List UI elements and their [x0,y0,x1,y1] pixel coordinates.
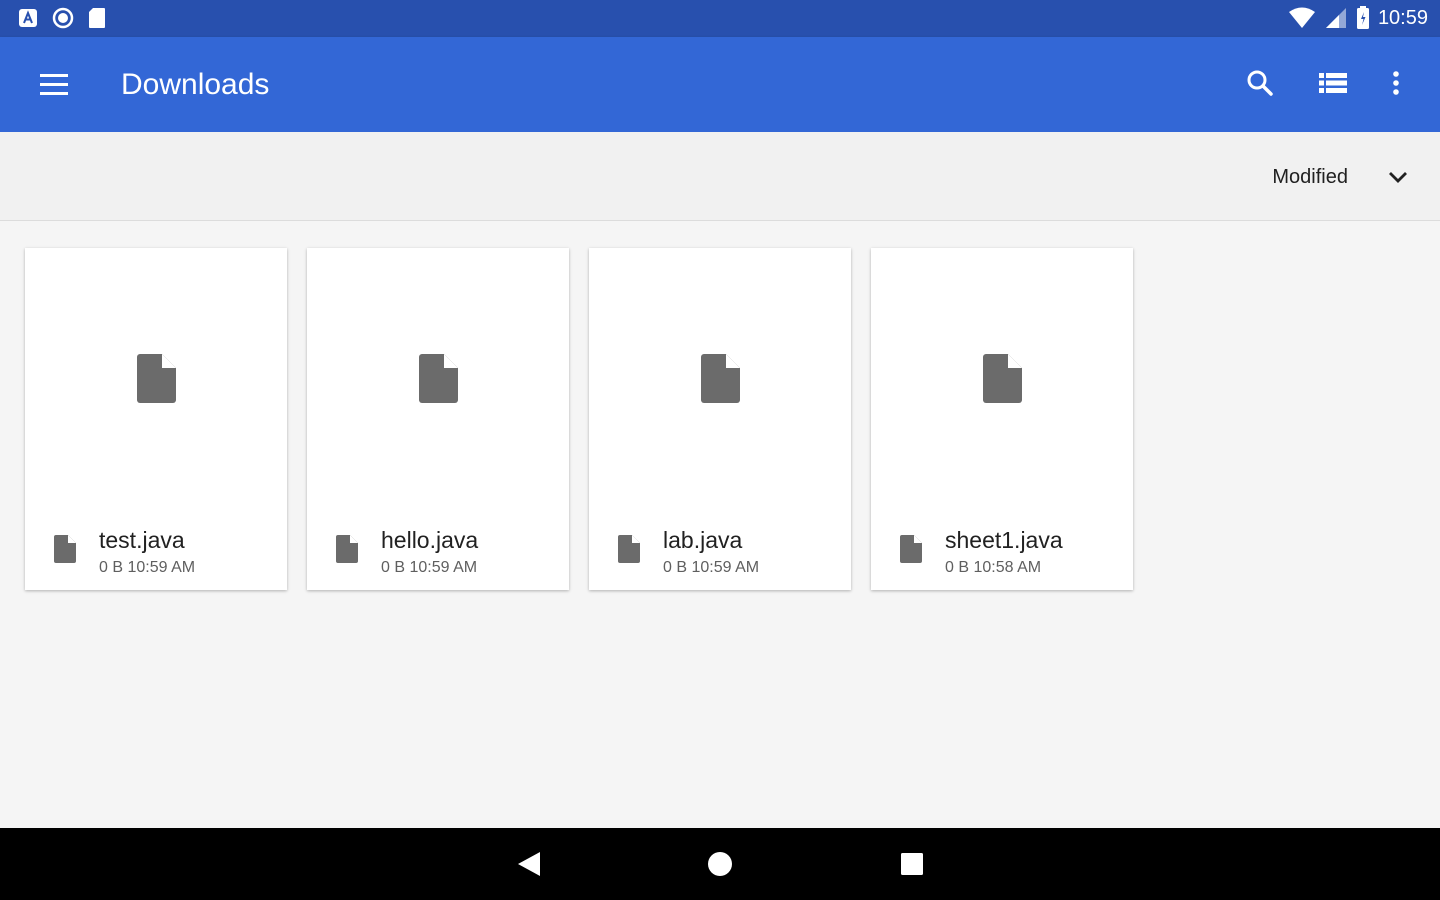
more-options-icon [1393,71,1399,95]
sync-notification-icon [52,7,74,29]
page-title: Downloads [121,68,270,101]
recents-icon [901,853,923,875]
back-button[interactable] [511,846,547,882]
file-name: test.java [99,527,185,553]
home-icon [708,852,732,876]
file-meta: 0 B 10:59 AM [381,559,478,576]
search-icon [1247,70,1273,96]
file-thumbnail-icon [983,354,1022,403]
file-thumbnail-icon [137,354,176,403]
cellular-signal-icon [1325,8,1346,28]
app-notification-icon [19,9,37,27]
back-icon [518,852,540,876]
menu-icon [40,74,68,95]
file-thumbnail-icon [701,354,740,403]
status-time: 10:59 [1377,7,1428,29]
system-navigation-bar [0,828,1440,900]
status-bar: 10:59 [0,0,1440,37]
file-thumbnail-icon [419,354,458,403]
sort-dropdown[interactable]: Modified [1272,162,1410,192]
file-name: lab.java [663,527,743,553]
file-type-icon [618,535,640,563]
file-type-icon [900,535,922,563]
wifi-icon [1288,7,1315,28]
file-type-icon [336,535,358,563]
more-options-button[interactable] [1378,65,1414,101]
file-name: sheet1.java [945,527,1063,553]
view-mode-button[interactable] [1315,65,1351,101]
chevron-down-icon [1389,172,1407,183]
home-button[interactable] [702,846,738,882]
search-button[interactable] [1242,65,1278,101]
sd-card-icon [89,8,105,28]
sort-label: Modified [1272,165,1348,188]
file-card[interactable]: lab.java 0 B 10:59 AM [589,248,851,590]
file-type-icon [54,535,76,563]
navigation-drawer-button[interactable] [36,70,72,100]
status-bar-system: 10:59 [1288,5,1428,31]
file-meta: 0 B 10:59 AM [99,559,196,576]
file-meta: 0 B 10:59 AM [663,559,760,576]
recents-button[interactable] [894,846,930,882]
battery-icon [1356,6,1369,29]
status-bar-notifications [18,7,106,29]
file-card[interactable]: sheet1.java 0 B 10:58 AM [871,248,1133,590]
file-name: hello.java [381,527,479,553]
file-card[interactable]: test.java 0 B 10:59 AM [25,248,287,590]
file-meta: 0 B 10:58 AM [945,559,1042,576]
app-bar: Downloads [0,37,1440,132]
sort-bar: Modified [0,132,1440,221]
list-view-icon [1319,73,1347,93]
file-card[interactable]: hello.java 0 B 10:59 AM [307,248,569,590]
